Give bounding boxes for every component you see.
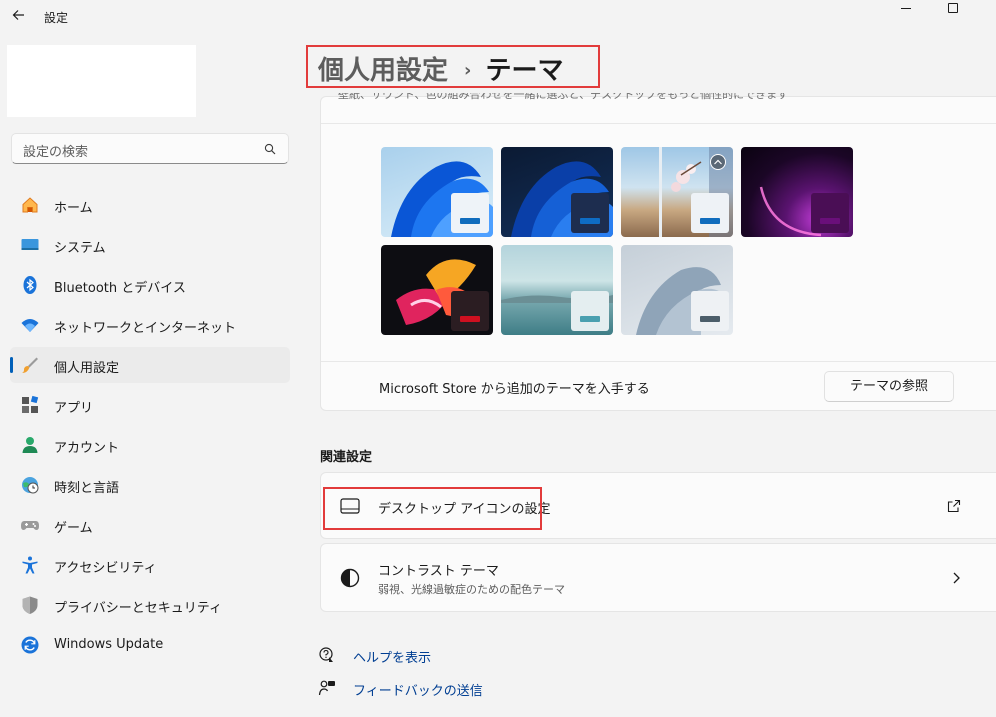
theme-accent <box>700 218 720 224</box>
card-divider <box>321 123 996 124</box>
theme-swatch <box>691 291 729 331</box>
theme-accent <box>820 218 840 224</box>
feedback-link-text[interactable]: フィードバックの送信 <box>353 680 483 699</box>
browse-themes-button[interactable]: テーマの参照 <box>824 371 954 402</box>
apps-icon <box>22 395 39 413</box>
shield-icon <box>22 596 38 614</box>
themes-description: 壁紙、サウンド、色の組み合わせを一緒に選ぶと、デスクトップをもっと個性的にできま… <box>338 93 789 101</box>
theme-swatch <box>811 193 849 233</box>
sidebar-item-time-language[interactable]: 時刻と言語 <box>10 467 290 503</box>
feedback-icon <box>318 680 335 696</box>
theme-captured-motion[interactable] <box>381 245 493 335</box>
sidebar-item-label: ゲーム <box>54 521 93 536</box>
spotlight-icon <box>710 154 726 170</box>
account-icon <box>22 437 38 453</box>
card-divider <box>321 361 996 362</box>
theme-windows-dark[interactable] <box>501 147 613 237</box>
contrast-icon <box>340 568 360 588</box>
search-input[interactable]: 設定の検索 <box>23 141 88 160</box>
theme-spotlight[interactable] <box>621 147 733 237</box>
theme-swatch <box>571 193 609 233</box>
account-profile-card[interactable] <box>7 45 196 117</box>
sidebar-item-label: Bluetooth とデバイス <box>54 281 186 296</box>
search-icon <box>264 143 276 155</box>
theme-accent <box>460 218 480 224</box>
gamepad-icon <box>21 521 39 530</box>
highlight-box-desktop-icons <box>323 487 542 530</box>
sidebar-item-accessibility[interactable]: アクセシビリティ <box>10 547 290 583</box>
maximize-button[interactable] <box>947 2 959 14</box>
related-settings-heading: 関連設定 <box>320 450 373 465</box>
store-prompt-text: Microsoft Store から追加のテーマを入手する <box>379 382 650 397</box>
sidebar-item-label: システム <box>54 241 106 256</box>
theme-swatch <box>451 193 489 233</box>
sidebar-item-label: Windows Update <box>54 637 164 652</box>
theme-swatch <box>451 291 489 331</box>
active-indicator <box>10 357 13 373</box>
bluetooth-icon <box>23 276 37 294</box>
sidebar-item-gaming[interactable]: ゲーム <box>10 507 290 543</box>
wifi-icon <box>21 319 39 332</box>
contrast-themes-row[interactable]: コントラスト テーマ 弱視、光線過敏症のための配色テーマ <box>320 543 996 612</box>
theme-windows-light[interactable] <box>381 147 493 237</box>
system-icon <box>21 239 39 250</box>
maximize-icon <box>948 3 958 13</box>
home-icon <box>22 197 38 213</box>
theme-accent <box>700 316 720 322</box>
update-icon <box>21 636 39 654</box>
minimize-icon <box>901 8 911 9</box>
sidebar-item-accounts[interactable]: アカウント <box>10 427 290 463</box>
sidebar-item-system[interactable]: システム <box>10 227 290 263</box>
sidebar-nav: ホーム システム Bluetooth とデバイス ネットワークとインターネット … <box>10 187 290 667</box>
external-link-icon <box>947 499 961 513</box>
sidebar-item-home[interactable]: ホーム <box>10 187 290 223</box>
sidebar-item-label: 個人用設定 <box>54 361 120 376</box>
theme-swatch <box>691 193 729 233</box>
sidebar-item-label: プライバシーとセキュリティ <box>54 601 222 616</box>
sidebar-item-apps[interactable]: アプリ <box>10 387 290 423</box>
theme-sunrise[interactable] <box>621 245 733 335</box>
brush-icon <box>22 357 38 374</box>
sidebar-item-label: アクセシビリティ <box>54 561 157 576</box>
theme-flow[interactable] <box>501 245 613 335</box>
contrast-themes-title: コントラスト テーマ <box>378 564 499 579</box>
highlight-box-title <box>306 45 600 88</box>
contrast-themes-subtitle: 弱視、光線過敏症のための配色テーマ <box>378 583 565 596</box>
accessibility-icon <box>22 556 38 574</box>
minimize-button[interactable] <box>896 8 916 10</box>
sidebar-item-network[interactable]: ネットワークとインターネット <box>10 307 290 343</box>
sidebar-item-label: 時刻と言語 <box>54 481 120 496</box>
sidebar-item-label: アカウント <box>54 441 120 456</box>
back-arrow-icon[interactable] <box>10 6 28 24</box>
theme-accent <box>580 316 600 322</box>
theme-accent <box>580 218 600 224</box>
sidebar-item-privacy[interactable]: プライバシーとセキュリティ <box>10 587 290 623</box>
sidebar-item-bluetooth[interactable]: Bluetooth とデバイス <box>10 267 290 303</box>
sidebar-item-windows-update[interactable]: Windows Update <box>10 627 290 663</box>
sidebar-item-label: ホーム <box>54 201 93 216</box>
sidebar-item-label: アプリ <box>54 401 94 416</box>
help-icon <box>319 647 333 662</box>
sidebar-item-personalization[interactable]: 個人用設定 <box>10 347 290 383</box>
chevron-right-icon <box>953 572 960 584</box>
app-title: 設定 <box>44 11 69 25</box>
theme-glow[interactable] <box>741 147 853 237</box>
sidebar-item-label: ネットワークとインターネット <box>54 321 237 336</box>
theme-swatch <box>571 291 609 331</box>
globe-clock-icon <box>22 477 39 494</box>
theme-accent <box>460 316 480 322</box>
help-link-text[interactable]: ヘルプを表示 <box>353 647 431 666</box>
search-box[interactable]: 設定の検索 <box>11 133 289 164</box>
